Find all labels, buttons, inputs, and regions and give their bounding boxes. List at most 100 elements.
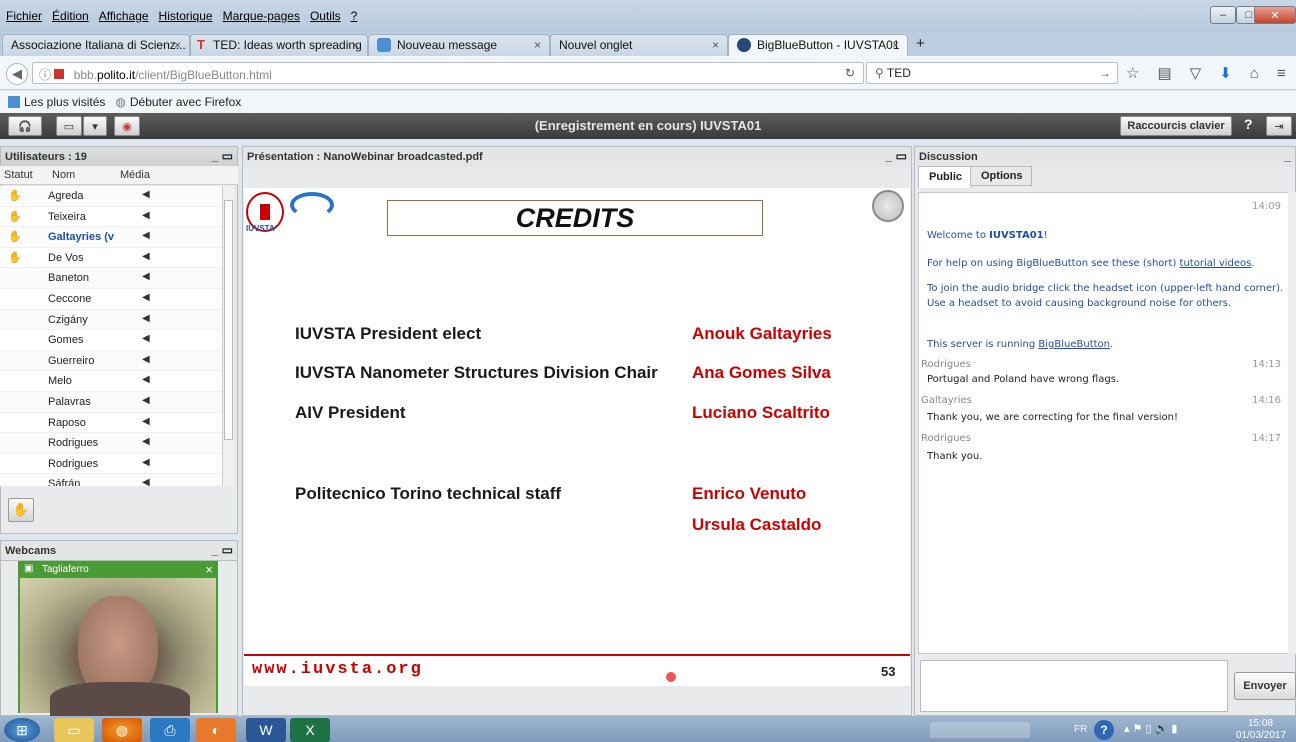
reload-icon[interactable]: ↻ [845,66,855,80]
menu-marque-pages[interactable]: Marque-pages [223,9,300,23]
bookmark-plus-visites[interactable]: Les plus visités [24,95,105,109]
windows-start-icon[interactable]: ⊞ [4,718,40,742]
message-time: 14:13 [1252,359,1281,370]
speaker-icon[interactable]: ◀ [142,416,150,427]
speaker-icon[interactable]: ◀ [142,271,150,282]
bigbluebutton-link[interactable]: BigBlueButton [1038,339,1110,350]
menu-fichier[interactable]: Fichier [6,9,42,23]
word-icon[interactable]: W [246,718,286,742]
user-row[interactable]: Guerreiro ◀ [0,350,222,372]
tray-icons[interactable]: ▴ ⚑ ▯ 🔈 ▮ [1124,722,1177,735]
panel-minimize-maximize-icon[interactable]: _ ▭ [886,149,907,163]
back-icon[interactable]: ◀ [6,63,28,85]
speaker-icon[interactable]: ◀ [142,333,150,344]
webcam-close-button[interactable]: × [205,562,213,577]
speaker-icon[interactable]: ◀ [142,210,150,221]
menu-edition[interactable]: Édition [52,9,89,23]
user-row[interactable]: ✋ Galtayries (vo ◀ [0,227,222,248]
send-button[interactable]: Envoyer [1234,672,1296,700]
record-button[interactable]: ◉ [114,116,140,136]
speaker-icon[interactable]: ◀ [142,395,150,406]
raise-hand-button[interactable]: ✋ [8,498,34,522]
help-button[interactable]: ? [1244,116,1253,132]
column-name[interactable]: Nom [52,169,75,181]
pocket-icon[interactable]: ▽ [1190,64,1202,82]
user-row[interactable]: Palavras ◀ [0,391,222,413]
tab-close-icon[interactable]: × [352,38,359,52]
search-go-icon[interactable]: → [1099,66,1111,80]
download-icon[interactable]: ⬇ [1219,64,1232,82]
tab-nouveau-message[interactable]: Nouveau message × [368,34,550,56]
minimize-icon[interactable]: – [1210,6,1236,24]
user-row[interactable]: ✋ De Vos ◀ [0,248,222,269]
logout-button[interactable]: ⇥ [1266,116,1292,136]
speaker-icon[interactable]: ◀ [142,251,150,262]
menu-icon[interactable]: ≡ [1277,65,1286,82]
chat-input[interactable] [920,660,1228,712]
tab-aisem[interactable]: Associazione Italiana di Scienz... × [2,34,190,56]
panel-minimize-maximize-icon[interactable]: _ ▭ [212,149,233,163]
webcam-dropdown[interactable]: ▾ [83,116,107,136]
column-status[interactable]: Statut [4,169,33,181]
speaker-icon[interactable]: ◀ [142,457,150,468]
tab-close-icon[interactable]: × [534,38,541,52]
chat-scrollbar[interactable] [1288,192,1296,654]
app-icon[interactable]: ◐ [196,718,236,742]
speaker-icon[interactable]: ◀ [142,436,150,447]
panel-minimize-icon[interactable]: _ [1284,149,1291,163]
menu-affichage[interactable]: Affichage [99,9,149,23]
home-icon[interactable]: ⌂ [1250,65,1259,82]
tab-close-icon[interactable]: × [174,38,181,52]
help-tray-icon[interactable]: ? [1094,720,1114,740]
scroll-thumb[interactable] [224,200,233,440]
user-row[interactable]: Baneton ◀ [0,268,222,289]
user-row[interactable]: Ceccone ◀ [0,289,222,310]
webcam-button[interactable]: ▭ [56,116,82,136]
excel-icon[interactable]: X [290,718,330,742]
tutorial-videos-link[interactable]: tutorial videos [1180,258,1252,269]
tab-bigbluebutton[interactable]: BigBlueButton - IUVSTA01 × [728,34,908,56]
tab-nouvel-onglet[interactable]: Nouvel onglet × [550,34,728,56]
speaker-icon[interactable]: ◀ [142,292,150,303]
bookmarks-list-icon[interactable]: ▤ [1157,64,1171,82]
explorer-icon[interactable]: ▭ [54,718,94,742]
headset-button[interactable]: 🎧 [8,116,42,136]
bookmark-debuter-firefox[interactable]: Débuter avec Firefox [130,95,241,109]
new-tab-button[interactable]: + [916,35,925,52]
user-row[interactable]: Gomes ◀ [0,330,222,351]
user-row[interactable]: ✋ Agreda ◀ [0,186,222,207]
url-bar[interactable]: ⓘ bbb.polito.it/client/BigBlueButton.htm… [32,62,864,84]
pdf-icon[interactable]: ⎙ [150,718,190,742]
tab-ted[interactable]: T TED: Ideas worth spreading × [190,34,368,56]
firefox-taskbar-icon[interactable]: ◍ [102,718,142,742]
input-language[interactable]: FR [1074,724,1087,735]
user-row[interactable]: Czigány ◀ [0,309,222,331]
menu-historique[interactable]: Historique [159,9,213,23]
tab-close-icon[interactable]: × [892,38,899,52]
users-scrollbar[interactable] [222,186,234,486]
user-row[interactable]: Sáfrán ◀ [0,474,222,486]
tab-options[interactable]: Options [970,166,1032,186]
audio-instructions: To join the audio bridge click the heads… [927,283,1284,294]
search-input[interactable]: ⚲ TED → [866,62,1118,84]
bookmark-star-icon[interactable]: ☆ [1126,64,1139,82]
user-row[interactable]: Melo ◀ [0,371,222,392]
menu-outils[interactable]: Outils [310,9,341,23]
speaker-icon[interactable]: ◀ [142,230,150,241]
speaker-icon[interactable]: ◀ [142,477,150,486]
column-media[interactable]: Média [120,169,150,181]
keyboard-shortcuts-button[interactable]: Raccourcis clavier [1120,116,1232,136]
close-icon[interactable]: ✕ [1254,6,1296,24]
user-row[interactable]: Rodrigues ◀ [0,433,222,454]
panel-minimize-maximize-icon[interactable]: _ ▭ [212,543,233,557]
menu-help[interactable]: ? [351,9,358,23]
user-row[interactable]: ✋ Teixeira ◀ [0,207,222,228]
tab-close-icon[interactable]: × [712,38,719,52]
speaker-icon[interactable]: ◀ [142,374,150,385]
speaker-icon[interactable]: ◀ [142,189,150,200]
user-row[interactable]: Rodrigues ◀ [0,454,222,475]
tab-public[interactable]: Public [918,166,972,188]
speaker-icon[interactable]: ◀ [142,313,150,324]
speaker-icon[interactable]: ◀ [142,354,150,365]
user-row[interactable]: Raposo ◀ [0,413,222,434]
